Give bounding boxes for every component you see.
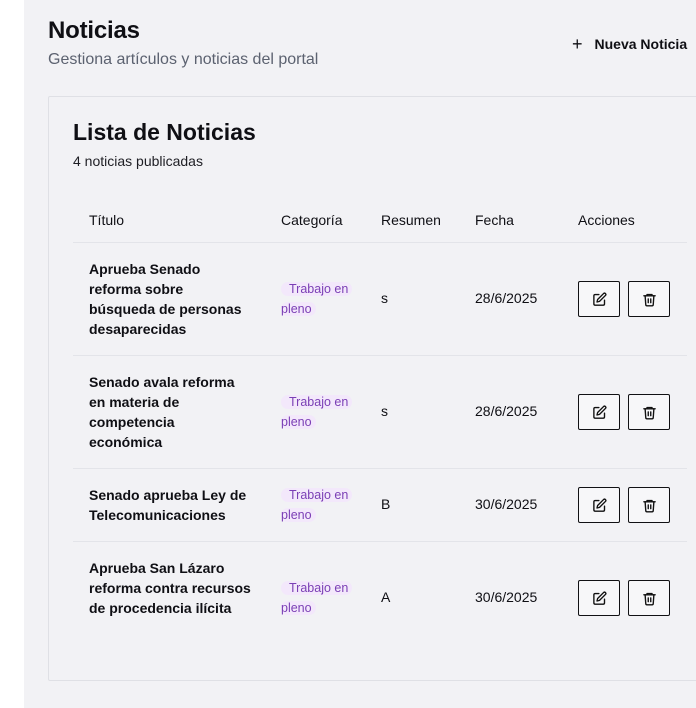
- trash-icon: [642, 592, 656, 605]
- news-list-card: Lista de Noticias 4 noticias publicadas …: [48, 96, 696, 681]
- news-summary: B: [381, 496, 391, 512]
- news-title: Senado aprueba Ley de Telecomunicaciones: [89, 487, 247, 523]
- category-badge-line2: pleno: [281, 415, 316, 429]
- column-header-date: Fecha: [475, 212, 514, 228]
- category-badge-line2: pleno: [281, 302, 316, 316]
- delete-button[interactable]: [628, 281, 670, 317]
- table-row: Aprueba Senado reforma sobre búsqueda de…: [73, 243, 687, 356]
- category-badge: Trabajo en pleno: [281, 392, 355, 432]
- news-summary: s: [381, 290, 388, 306]
- page-title: Noticias: [48, 17, 140, 44]
- delete-button[interactable]: [628, 580, 670, 616]
- edit-button[interactable]: [578, 281, 620, 317]
- edit-button[interactable]: [578, 394, 620, 430]
- trash-icon: [642, 293, 656, 306]
- table-header: Título Categoría Resumen Fecha Acciones: [73, 197, 687, 243]
- edit-icon: [592, 498, 606, 512]
- table-row: Aprueba San Lázaro reforma contra recurs…: [73, 542, 687, 655]
- news-date: 28/6/2025: [475, 403, 538, 419]
- news-title: Aprueba San Lázaro reforma contra recurs…: [89, 560, 251, 616]
- page-subtitle: Gestiona artículos y noticias del portal: [48, 51, 319, 68]
- news-title: Senado avala reforma en materia de compe…: [89, 374, 235, 450]
- edit-icon: [592, 405, 606, 419]
- trash-icon: [642, 406, 656, 419]
- category-badge-line2: pleno: [281, 601, 316, 615]
- category-badge-line1: Trabajo en: [281, 581, 353, 595]
- trash-icon: [642, 499, 656, 512]
- news-table: Título Categoría Resumen Fecha Acciones …: [73, 197, 687, 655]
- edit-button[interactable]: [578, 580, 620, 616]
- news-date: 30/6/2025: [475, 589, 538, 605]
- edit-icon: [592, 591, 606, 605]
- column-header-category: Categoría: [281, 212, 343, 228]
- table-row: Senado aprueba Ley de Telecomunicaciones…: [73, 469, 687, 542]
- column-header-actions: Acciones: [578, 212, 635, 228]
- news-title: Aprueba Senado reforma sobre búsqueda de…: [89, 261, 242, 337]
- category-badge: Trabajo en pleno: [281, 279, 355, 319]
- left-edge: [0, 0, 24, 708]
- category-badge: Trabajo en pleno: [281, 485, 355, 525]
- category-badge-line1: Trabajo en: [281, 282, 353, 296]
- new-news-button[interactable]: + Nueva Noticia: [560, 26, 687, 62]
- category-badge-line1: Trabajo en: [281, 488, 353, 502]
- category-badge-line1: Trabajo en: [281, 395, 353, 409]
- category-badge-line2: pleno: [281, 508, 316, 522]
- column-header-title: Título: [89, 212, 125, 228]
- edit-button[interactable]: [578, 487, 620, 523]
- new-news-label: Nueva Noticia: [594, 36, 688, 52]
- delete-button[interactable]: [628, 394, 670, 430]
- news-date: 28/6/2025: [475, 290, 538, 306]
- plus-icon: +: [572, 34, 583, 54]
- column-header-summary: Resumen: [381, 212, 441, 228]
- edit-icon: [592, 292, 606, 306]
- category-badge: Trabajo en pleno: [281, 578, 355, 618]
- table-row: Senado avala reforma en materia de compe…: [73, 356, 687, 469]
- delete-button[interactable]: [628, 487, 670, 523]
- news-summary: s: [381, 403, 388, 419]
- main-content: Noticias Gestiona artículos y noticias d…: [24, 0, 696, 708]
- news-date: 30/6/2025: [475, 496, 538, 512]
- news-count: 4 noticias publicadas: [73, 153, 203, 169]
- news-summary: A: [381, 589, 391, 605]
- card-title: Lista de Noticias: [73, 119, 256, 145]
